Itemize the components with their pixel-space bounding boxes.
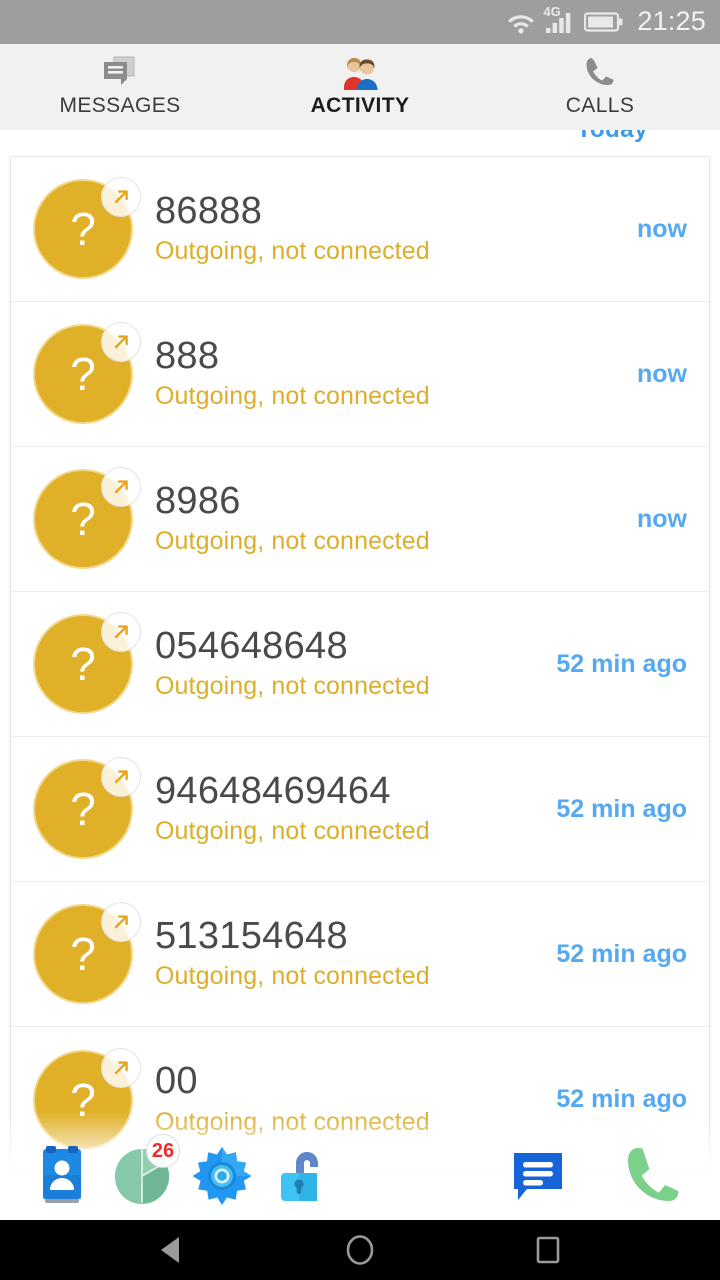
call-log-row-text: 054648648 Outgoing, not connected [131,627,546,702]
call-status-label: Outgoing, not connected [155,527,430,556]
call-timestamp: now [637,214,687,243]
battery-icon [584,11,624,33]
avatar: ? [35,757,141,857]
call-log-row-text: 00 Outgoing, not connected [131,1062,546,1137]
status-bar-clock: 21:25 [637,5,706,36]
app-dock: 26 [0,1132,720,1220]
phone-handset-icon [582,57,618,89]
phone-number: 888 [155,336,220,377]
recents-button[interactable] [519,1228,577,1272]
tab-label-messages: MESSAGES [59,93,181,117]
call-timestamp: now [637,504,687,533]
phone-number: 94648469464 [155,771,391,812]
signal-bars-icon: 4G [543,5,575,34]
pie-chart-icon[interactable]: 26 [102,1134,182,1216]
avatar: ? [35,467,141,567]
tab-label-activity: ACTIVITY [310,93,410,117]
outgoing-call-icon [101,612,141,652]
outgoing-call-icon [101,902,141,942]
messages-icon [101,56,139,89]
outgoing-call-icon [101,1047,141,1088]
pie-chart-badge: 26 [146,1134,180,1168]
people-icon [338,57,382,90]
call-timestamp: 52 min ago [556,649,687,678]
day-section-header: Today [0,130,720,144]
call-log-row[interactable]: ? 8986 Outgoing, not connected now [11,447,709,592]
outgoing-call-icon [101,177,141,217]
tab-label-calls: CALLS [565,93,635,117]
phone-number: 054648648 [155,626,348,667]
tab-calls[interactable]: CALLS [480,44,720,130]
call-log-card: ? 86888 Outgoing, not connected now? 888 Outg… [10,156,710,1173]
dock-right-group [498,1136,720,1216]
call-status-label: Outgoing, not connected [155,962,430,991]
tab-activity[interactable]: ACTIVITY [240,44,480,130]
tab-messages[interactable]: MESSAGES [0,44,240,130]
call-status-label: Outgoing, not connected [155,237,430,266]
call-timestamp: 52 min ago [556,1085,687,1113]
avatar: ? [35,902,141,1002]
outgoing-call-icon [101,757,141,797]
activity-list-scroll[interactable]: Today ?86888Outgoing, not connectednow?8… [0,130,720,1220]
dock-left-group: 26 [0,1134,498,1216]
call-log-row[interactable]: ? 86888 Outgoing, not connected now [11,157,709,302]
android-navigation-bar [0,1220,720,1280]
top-tab-bar: MESSAGES ACTIVITY CALLS [0,44,720,130]
outgoing-call-icon [101,322,141,362]
avatar: ? [35,177,141,277]
avatar: ? [35,322,141,422]
network-type-label: 4G [543,4,561,19]
outgoing-call-icon [101,467,141,507]
settings-gear-icon[interactable] [182,1136,262,1216]
call-log-row[interactable]: ? 94648469464 Outgoing, not connected 52 mi… [11,737,709,882]
call-timestamp: 52 min ago [556,794,687,823]
back-button[interactable] [143,1228,201,1272]
contacts-icon[interactable] [22,1136,102,1216]
call-log-row[interactable]: ? 888 Outgoing, not connected now [11,302,709,447]
phone-number: 00 [155,1062,198,1102]
call-status-label: Outgoing, not connected [155,672,430,701]
status-bar: 4G 21:25 [0,0,720,44]
call-timestamp: 52 min ago [556,939,687,968]
call-status-label: Outgoing, not connected [155,382,430,411]
unlocked-padlock-icon[interactable] [262,1136,342,1216]
call-log-row-text: 513154648 Outgoing, not connected [131,917,546,992]
phone-number: 8986 [155,481,241,522]
call-log-row-text: 8986 Outgoing, not connected [131,482,627,557]
wifi-icon [506,11,536,34]
phone-number: 86888 [155,191,263,232]
green-phone-icon[interactable] [612,1136,692,1216]
call-log-row-text: 888 Outgoing, not connected [131,337,627,412]
call-timestamp: now [637,359,687,388]
phone-screen: 4G 21:25 MESSAGES ACTIVITY CALLS ? 86888… [0,0,720,1280]
message-bubble-icon[interactable] [498,1136,578,1216]
phone-number: 513154648 [155,916,348,957]
call-log-row[interactable]: ? 054648648 Outgoing, not connected 52 min … [11,592,709,737]
call-log-row-text: 94648469464 Outgoing, not connected [131,772,546,847]
avatar: ? [35,612,141,712]
home-button[interactable] [331,1228,389,1272]
call-log-row-text: 86888 Outgoing, not connected [131,192,627,267]
call-log-row[interactable]: ? 513154648 Outgoing, not connected 52 min … [11,882,709,1027]
call-status-label: Outgoing, not connected [155,817,430,846]
